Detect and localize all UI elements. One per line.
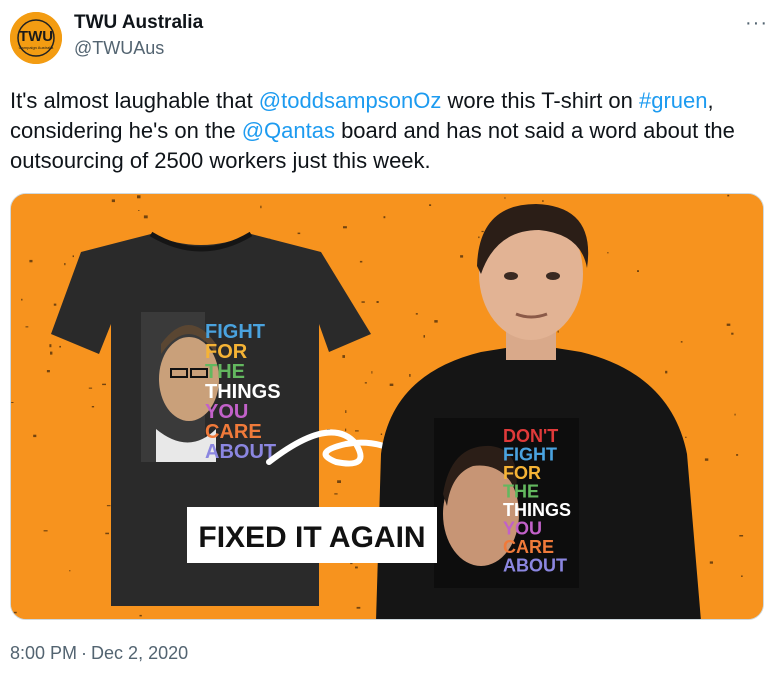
slogan-word: YOU (205, 401, 248, 423)
tweet-image[interactable]: FIGHT FOR THE THINGS YOU CARE ABOUT DON'T FIGHT… (10, 193, 764, 620)
display-name[interactable]: TWU Australia (74, 12, 203, 34)
tweet-link[interactable]: @Qantas (242, 118, 335, 143)
slogan-word: THINGS (205, 381, 281, 403)
slogan-word: CARE (205, 421, 262, 443)
avatar-logo-text: TWU (19, 28, 53, 45)
banner-text: FIXED IT AGAIN (198, 521, 425, 554)
slogan-word: FOR (205, 341, 248, 363)
slogan-word: CARE (503, 537, 554, 557)
tweet-body: It's almost laughable that @toddsampsonO… (10, 86, 770, 176)
tweet-text-segment: wore this T-shirt on (441, 88, 639, 113)
slogan-word: FIGHT (205, 321, 265, 343)
slogan-word: DON'T (503, 426, 558, 446)
tweet-header: TWU Campaign Australia TWU Australia @TW… (10, 10, 768, 66)
account-avatar[interactable]: TWU Campaign Australia (10, 12, 62, 64)
tweet-time: 8:00 PM (10, 643, 78, 663)
tweet-link[interactable]: @toddsampsonOz (259, 88, 442, 113)
shirt-comparison-image: FIGHTFORTHETHINGSYOUCAREABOUT DON'TFIGHT… (11, 194, 763, 619)
tweet-date: Dec 2, 2020 (91, 643, 189, 663)
twu-logo-icon: TWU Campaign Australia (10, 12, 62, 64)
slogan-word: FIGHT (503, 445, 557, 465)
slogan-word: THE (503, 482, 539, 502)
slogan-word: YOU (503, 519, 542, 539)
tweet-link[interactable]: #gruen (639, 88, 708, 113)
tweet-text-segment: It's almost laughable that (10, 88, 259, 113)
more-options-icon[interactable]: ··· (745, 12, 768, 35)
slogan-word: FOR (503, 463, 541, 483)
slogan-word: ABOUT (503, 556, 567, 576)
slogan-word: THINGS (503, 500, 571, 520)
account-handle[interactable]: @TWUAus (74, 38, 164, 59)
slogan-word: THE (205, 361, 245, 383)
slogan-word: ABOUT (205, 441, 276, 463)
tweet-timestamp[interactable]: 8:00 PM · Dec 2, 2020 (10, 643, 188, 664)
timestamp-separator: · (81, 643, 88, 663)
avatar-logo-subtext: Campaign Australia (19, 45, 54, 50)
